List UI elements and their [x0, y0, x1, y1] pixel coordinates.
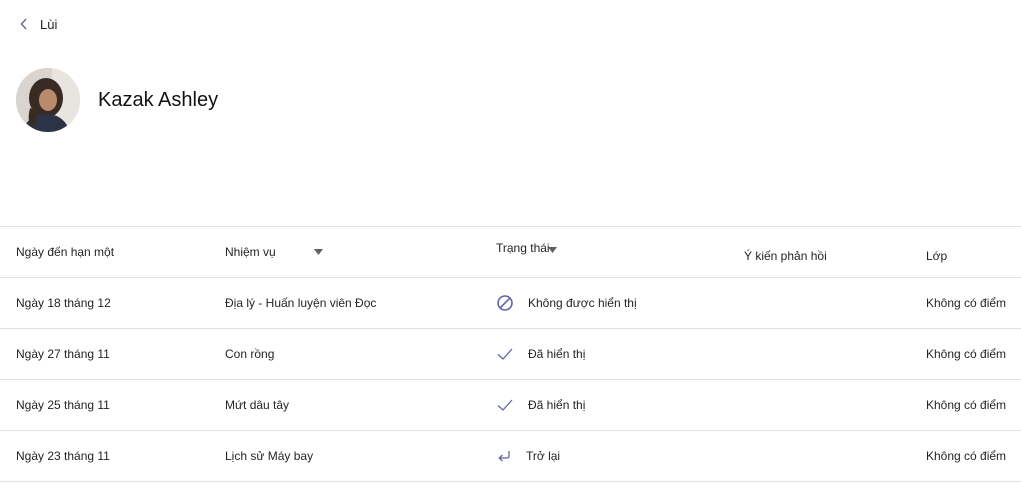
header-assignment-label: Nhiệm vụ [225, 245, 276, 259]
not-shown-icon [497, 295, 513, 311]
due-date: Ngày 18 tháng 12 [16, 296, 111, 310]
table-row[interactable]: Ngày 23 tháng 11 Lịch sử Máy bay Trở lại… [0, 430, 1021, 482]
due-date: Ngày 25 tháng 11 [16, 398, 110, 412]
assignment-title[interactable]: Lịch sử Máy bay [225, 431, 313, 481]
grade: Không có điểm [926, 398, 1007, 412]
status: Đã hiển thị [496, 329, 585, 379]
checkmark-icon [497, 399, 513, 411]
assignment-title[interactable]: Địa lý - Huấn luyện viên Đọc [225, 278, 376, 328]
status: Trở lại [496, 431, 560, 481]
chevron-left-icon [20, 18, 27, 30]
table-header-row: Ngày đến hạn một Nhiệm vụ Trạng thái Ý k… [0, 226, 1021, 277]
return-arrow-icon [498, 451, 510, 462]
status-label: Không được hiển thị [528, 296, 637, 310]
student-assignments-page: Lùi Kazak Ashley Ngày đến hạn một Nhiệm … [0, 0, 1021, 484]
grade: Không có điểm [926, 449, 1007, 463]
assignment-title[interactable]: Mứt dâu tây [225, 380, 289, 430]
sort-down-icon[interactable] [547, 247, 557, 253]
header-due-date: Ngày đến hạn một [16, 245, 115, 259]
assignments-table: Ngày đến hạn một Nhiệm vụ Trạng thái Ý k… [0, 226, 1021, 482]
checkmark-icon [497, 348, 513, 360]
grade: Không có điểm [926, 296, 1007, 310]
table-row[interactable]: Ngày 27 tháng 11 Con rồng Đã hiển thị Kh… [0, 328, 1021, 379]
status-label: Đã hiển thị [528, 347, 586, 361]
status-label: Trở lại [526, 449, 561, 463]
header-grade: Lớp [926, 249, 948, 263]
back-button[interactable]: Lùi [18, 16, 57, 32]
student-name: Kazak Ashley [98, 88, 219, 111]
grade: Không có điểm [926, 347, 1007, 361]
due-date: Ngày 23 tháng 11 [16, 449, 110, 463]
student-profile: Kazak Ashley [16, 68, 218, 132]
header-feedback: Ý kiến phản hồi [744, 249, 827, 263]
header-assignment[interactable]: Nhiệm vụ [225, 227, 323, 277]
status: Đã hiển thị [496, 380, 585, 430]
header-status-label: Trạng thái [496, 241, 550, 255]
table-row[interactable]: Ngày 18 tháng 12 Địa lý - Huấn luyện viê… [0, 277, 1021, 328]
status-label: Đã hiển thị [528, 398, 586, 412]
avatar [16, 68, 80, 132]
back-label: Lùi [40, 16, 58, 32]
sort-down-icon[interactable] [313, 249, 323, 255]
due-date: Ngày 27 tháng 11 [16, 347, 110, 361]
status: Không được hiển thị [496, 278, 637, 328]
assignment-title[interactable]: Con rồng [225, 329, 274, 379]
header-status[interactable]: Trạng thái [496, 223, 557, 273]
table-row[interactable]: Ngày 25 tháng 11 Mứt dâu tây Đã hiển thị… [0, 379, 1021, 430]
